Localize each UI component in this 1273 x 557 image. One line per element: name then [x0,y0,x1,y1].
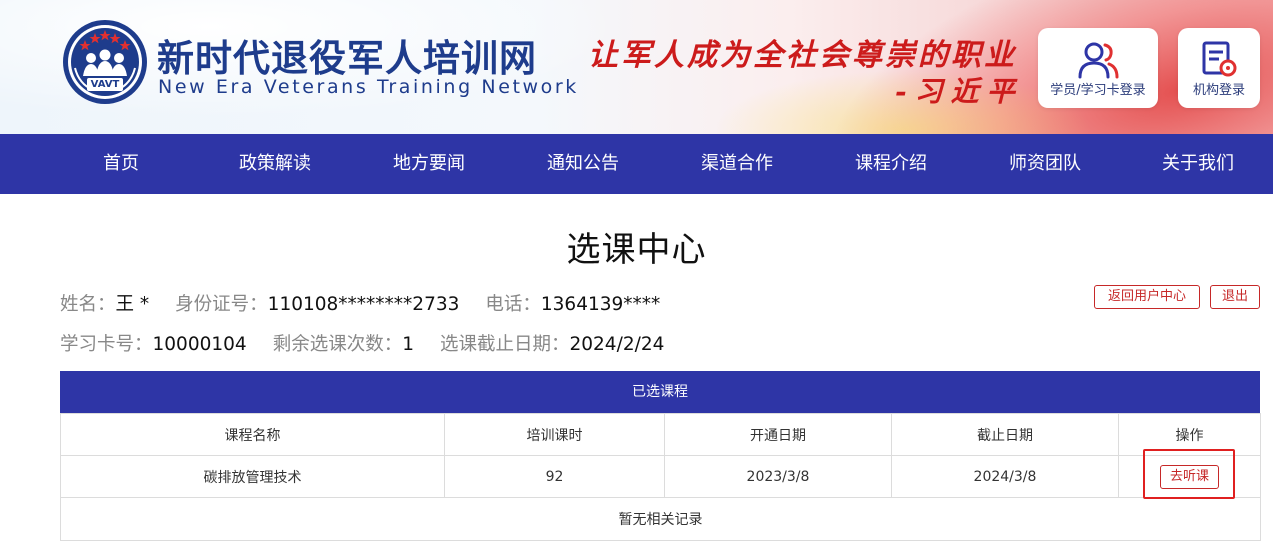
nav-item-local-news[interactable]: 地方要闻 [359,134,499,194]
deadline-label: 选课截止日期： [439,334,570,355]
empty-message: 暂无相关记录 [60,497,1261,541]
nav-item-courses[interactable]: 课程介绍 [821,134,961,194]
course-name-cell: 碳排放管理技术 [60,455,445,498]
course-action-cell: 去听课 [1118,455,1261,498]
nav-item-channel[interactable]: 渠道合作 [667,134,807,194]
student-login-button[interactable]: 学员/学习卡登录 [1038,28,1158,108]
phone-label: 电话： [485,294,541,315]
selected-courses-table: 已选课程 课程名称 培训课时 开通日期 截止日期 操作 碳排放管理技术 92 2… [60,371,1261,541]
column-header: 课程名称 [60,413,445,456]
course-end-cell: 2024/3/8 [891,455,1119,498]
id-value: 110108********2733 [267,294,460,315]
users-icon [1078,42,1119,79]
courses-table: 课程名称 培训课时 开通日期 截止日期 操作 碳排放管理技术 92 2023/3… [60,413,1261,541]
nav-item-policy[interactable]: 政策解读 [205,134,345,194]
table-row: 碳排放管理技术 92 2023/3/8 2024/3/8 去听课 [60,455,1261,498]
remaining-label: 剩余选课次数： [272,334,403,355]
page-title: 选课中心 [566,230,707,270]
course-start-cell: 2023/3/8 [664,455,892,498]
table-caption: 已选课程 [60,371,1260,413]
back-to-user-center-button[interactable]: 返回用户中心 [1094,285,1200,309]
empty-row: 暂无相关记录 [60,497,1261,541]
course-hours-cell: 92 [444,455,665,498]
site-header: VAVT 新时代退役军人培训网 New Era Veterans Trainin… [0,0,1273,134]
column-header: 截止日期 [891,413,1119,456]
nav-item-home[interactable]: 首页 [51,134,191,194]
logout-button[interactable]: 退出 [1210,285,1260,309]
document-gear-icon [1202,41,1237,77]
phone-value: 1364139**** [540,294,661,315]
card-value: 10000104 [152,334,247,355]
deadline-value: 2024/2/24 [569,334,665,355]
table-header-row: 课程名称 培训课时 开通日期 截止日期 操作 [60,413,1261,456]
card-label: 学习卡号： [60,334,153,355]
site-title: 新时代退役军人培训网 [157,37,537,80]
vavt-emblem-icon [63,20,147,104]
student-login-label: 学员/学习卡登录 [1050,83,1146,98]
main-nav: 首页 政策解读 地方要闻 通知公告 渠道合作 课程介绍 师资团队 关于我们 [0,134,1273,194]
org-login-button[interactable]: 机构登录 [1178,28,1260,108]
site-subtitle: New Era Veterans Training Network [158,76,579,98]
attend-class-button[interactable]: 去听课 [1159,464,1219,489]
column-header: 开通日期 [664,413,892,456]
remaining-value: 1 [402,334,414,355]
nav-item-teachers[interactable]: 师资团队 [975,134,1115,194]
nav-item-about[interactable]: 关于我们 [1128,134,1268,194]
column-header: 培训课时 [444,413,665,456]
user-info-row-2: 学习卡号：10000104 剩余选课次数：1 选课截止日期：2024/2/24 [60,330,664,356]
column-header: 操作 [1118,413,1261,456]
id-label: 身份证号： [175,294,268,315]
name-value: 王 * [115,294,150,315]
slogan-author: -习近平 [895,75,1023,108]
nav-item-notices[interactable]: 通知公告 [513,134,653,194]
slogan: 让军人成为全社会尊崇的职业 [588,38,1017,73]
user-info-row-1: 姓名：王 * 身份证号：110108********2733 电话：1364139*… [60,290,660,316]
name-label: 姓名： [60,294,116,315]
logo-text: VAVT [90,79,120,90]
org-login-label: 机构登录 [1192,83,1245,98]
